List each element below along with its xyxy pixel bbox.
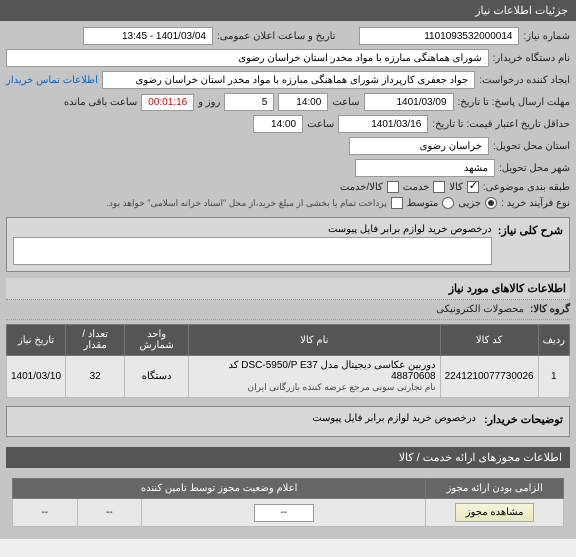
license-row: مشاهده مجوز -- -- --	[13, 499, 564, 527]
desc-text: درخصوص خرید لوازم برابر فایل پیوست	[13, 224, 492, 235]
days-label: روز و	[198, 97, 220, 108]
deadline-time: 14:00	[278, 93, 328, 111]
table-row: 1 2241210077730026 دوربین عکاسی دیجیتال …	[7, 356, 570, 398]
page-header: جزئیات اطلاعات نیاز	[0, 0, 576, 21]
goods-table: ردیف کد کالا نام کالا واحد شمارش تعداد /…	[6, 324, 570, 398]
time-label-1: ساعت	[332, 97, 359, 108]
checkbox-treasury[interactable]	[391, 197, 403, 209]
checkbox-kalaservice[interactable]	[387, 181, 399, 193]
license-status-2: --	[77, 499, 142, 527]
checkbox-service[interactable]	[433, 181, 445, 193]
buyer-field: شورای هماهنگی مبارزه با مواد مخدر استان …	[6, 49, 489, 67]
min-valid-date: 1401/03/16	[338, 115, 428, 133]
need-number-field: 1101093532000014	[359, 27, 519, 45]
col-status: اعلام وضعیت مجوز توسط تامین کننده	[13, 479, 426, 499]
buy-type-label: نوع فرآیند خرید :	[501, 198, 570, 209]
creator-label: ایجاد کننده درخواست:	[479, 75, 570, 86]
goods-header: اطلاعات کالاهای مورد نیاز	[6, 278, 570, 300]
license-table: الزامی بودن ارائه مجوز اعلام وضعیت مجوز …	[12, 478, 564, 527]
creator-field: جواد جعفری کارپرداز شورای هماهنگی مبارزه…	[102, 71, 475, 89]
city-field: مشهد	[355, 159, 495, 177]
opt-medium: متوسط	[407, 198, 438, 209]
license-header: اطلاعات مجوزهای ارائه خدمت / کالا	[6, 447, 570, 468]
main-content: شماره نیاز: 1101093532000014 تاریخ و ساع…	[0, 21, 576, 539]
radio-partial[interactable]	[485, 197, 497, 209]
countdown-timer: 00:01:16	[141, 94, 194, 111]
city-label: شهر محل تحویل:	[499, 163, 570, 174]
cell-row: 1	[538, 356, 569, 398]
col-row: ردیف	[538, 325, 569, 356]
col-name: نام کالا	[189, 325, 441, 356]
province-field: خراسان رضوی	[349, 137, 489, 155]
contact-link[interactable]: اطلاعات تماس خریدار	[6, 75, 98, 86]
min-valid-label: حداقل تاریخ اعتبار قیمت: تا تاریخ:	[432, 119, 570, 130]
announce-label: تاریخ و ساعت اعلان عمومی:	[217, 31, 336, 42]
deadline-label: مهلت ارسال پاسخ: تا تاریخ:	[458, 97, 570, 108]
checkbox-kala[interactable]	[467, 181, 479, 193]
province-label: استان محل تحویل:	[493, 141, 570, 152]
buy-note: پرداخت تمام یا بخشی از مبلغ خرید،از محل …	[106, 198, 386, 209]
view-license-button[interactable]: مشاهده مجوز	[455, 503, 535, 522]
desc-input[interactable]	[13, 237, 492, 265]
opt-kala: کالا	[449, 182, 463, 193]
desc-title: شرح کلی نیاز:	[498, 224, 563, 237]
col-qty: تعداد / مقدار	[66, 325, 125, 356]
col-date: تاریخ نیاز	[7, 325, 66, 356]
buyer-note-text: درخصوص خرید لوازم برابر فایل پیوست	[312, 413, 476, 424]
buyer-note-section: توضیحات خریدار: درخصوص خرید لوازم برابر …	[6, 406, 570, 437]
need-number-label: شماره نیاز:	[523, 31, 570, 42]
group-value: محصولات الکترونیکی	[436, 304, 524, 315]
cell-code: 2241210077730026	[440, 356, 538, 398]
radio-medium[interactable]	[442, 197, 454, 209]
cell-unit: دستگاه	[125, 356, 189, 398]
opt-kalaservice: کالا/خدمت	[340, 182, 383, 193]
announce-field: 1401/03/04 - 13:45	[83, 27, 213, 45]
col-code: کد کالا	[440, 325, 538, 356]
col-mandatory: الزامی بودن ارائه مجوز	[426, 479, 564, 499]
cell-date: 1401/03/10	[7, 356, 66, 398]
countdown-label: ساعت باقی مانده	[64, 97, 137, 108]
col-unit: واحد شمارش	[125, 325, 189, 356]
days-remain: 5	[224, 93, 274, 111]
opt-partial: جزیی	[458, 198, 481, 209]
buyer-label: نام دستگاه خریدار:	[493, 53, 570, 64]
cell-name: دوربین عکاسی دیجیتال مدل DSC-5950/P E37 …	[189, 356, 441, 398]
license-mandatory-cell: مشاهده مجوز	[426, 499, 564, 527]
time-label-2: ساعت	[307, 119, 334, 130]
license-status-1: --	[142, 499, 426, 527]
class-label: طبقه بندی موضوعی:	[483, 182, 570, 193]
description-section: شرح کلی نیاز: درخصوص خرید لوازم برابر فا…	[6, 217, 570, 272]
license-status-3: --	[13, 499, 78, 527]
min-valid-time: 14:00	[253, 115, 303, 133]
deadline-date: 1401/03/09	[364, 93, 454, 111]
page-title: جزئیات اطلاعات نیاز	[475, 5, 568, 17]
cell-qty: 32	[66, 356, 125, 398]
group-label: گروه کالا:	[530, 304, 570, 315]
opt-service: خدمت	[403, 182, 430, 193]
buyer-note-label: توضیحات خریدار:	[484, 413, 563, 426]
